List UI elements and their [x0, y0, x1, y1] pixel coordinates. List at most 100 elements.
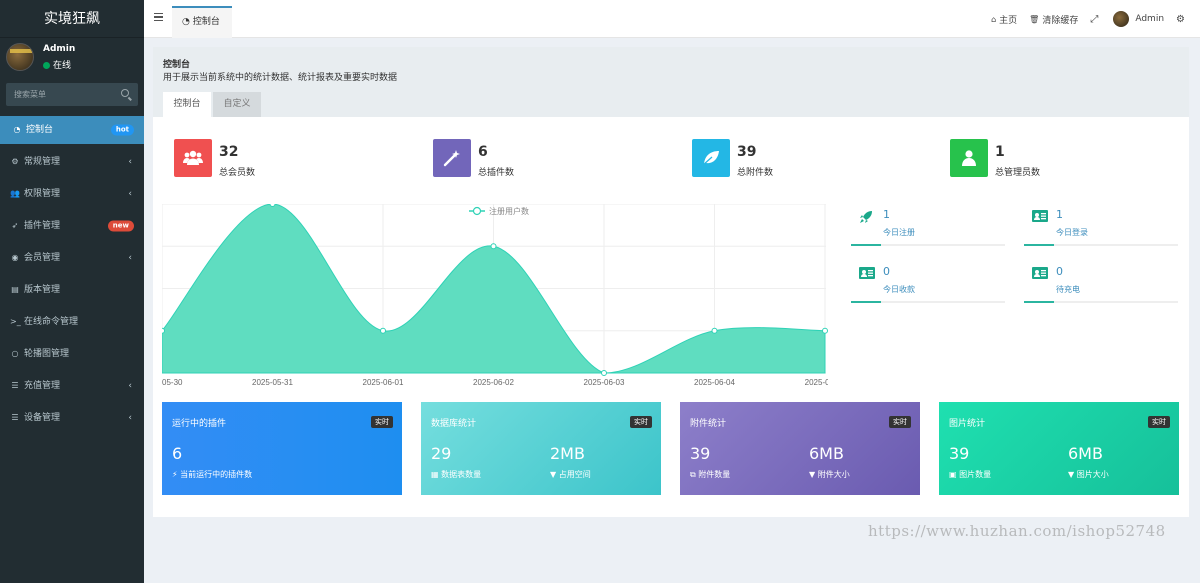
data-point — [711, 327, 718, 334]
filter-icon: ▼ — [809, 470, 816, 479]
panel-header: 控制台 用于展示当前系统中的统计数据、统计报表及重要实时数据 控制台 自定义 — [153, 47, 1189, 117]
mini-stat-pending-charge: 0 待充电 — [1024, 259, 1178, 303]
data-point — [162, 327, 165, 334]
stat-value: 1 — [995, 144, 1005, 160]
sidebar-item-banners[interactable]: ○ 轮播图管理 — [0, 338, 144, 370]
card-label-text: 附件数量 — [698, 470, 731, 479]
filter-icon: ▼ — [550, 470, 557, 479]
content-panel: 控制台 用于展示当前系统中的统计数据、统计报表及重要实时数据 控制台 自定义 3… — [153, 47, 1189, 517]
avatar — [1113, 11, 1130, 27]
sidebar-item-addons[interactable]: ➶ 插件管理 new — [0, 210, 144, 242]
stat-value: 6 — [478, 144, 488, 160]
sidebar-item-auth[interactable]: 👥 权限管理 ‹ — [0, 178, 144, 210]
mini-stat-underline — [1024, 244, 1054, 246]
sidebar-menu: ◔ 控制台 hot ⚙ 常规管理 ‹ 👥 权限管理 ‹ ➶ 插件管理 new ◉… — [0, 114, 144, 434]
sidebar-item-devices[interactable]: ☰ 设备管理 ‹ — [0, 402, 144, 434]
user-circle-icon: ◉ — [11, 253, 19, 262]
page-subtitle: 用于展示当前系统中的统计数据、统计报表及重要实时数据 — [163, 73, 398, 83]
tab-custom[interactable]: 自定义 — [213, 92, 261, 117]
chevron-left-icon: ‹ — [128, 253, 132, 263]
card-images: 图片统计 实时 39 6MB ▣ 图片数量 ▼ 图片大小 — [939, 402, 1179, 495]
sidebar-item-label: 轮播图管理 — [24, 349, 70, 359]
vcard-icon — [1032, 267, 1048, 283]
card-label-secondary: ▼ 图片大小 — [1068, 469, 1109, 480]
mini-stat-today-login: 1 今日登录 — [1024, 202, 1178, 246]
data-point — [601, 370, 607, 376]
card-title: 运行中的插件 — [172, 419, 227, 429]
magic-icon — [433, 139, 471, 177]
tab-dashboard[interactable]: 控制台 — [163, 92, 211, 117]
home-icon: ⌂ — [991, 14, 997, 24]
sidebar-search[interactable]: 搜索菜单 — [6, 83, 138, 106]
sidebar-item-label: 常规管理 — [24, 157, 61, 167]
chevron-left-icon: ‹ — [128, 157, 132, 167]
home-link[interactable]: ⌂ 主页 — [991, 13, 1017, 26]
sidebar-item-label: 充值管理 — [24, 381, 61, 391]
chevron-left-icon: ‹ — [128, 189, 132, 199]
card-title: 数据库统计 — [431, 419, 477, 429]
mini-stat-today-register: 1 今日注册 — [851, 202, 1005, 246]
tab-dashboard[interactable]: ◔ 控制台 — [172, 6, 232, 38]
user-menu-name: Admin — [1135, 14, 1165, 24]
vcard-icon — [859, 267, 875, 283]
stat-label: 总管理员数 — [995, 168, 1041, 178]
circle-icon: ○ — [11, 349, 19, 358]
new-badge: new — [107, 220, 134, 232]
card-attachments: 附件统计 实时 39 6MB ⧉ 附件数量 ▼ 附件大小 — [680, 402, 920, 495]
sidebar-item-dashboard[interactable]: ◔ 控制台 hot — [0, 116, 144, 144]
app-logo[interactable]: 实境狂飙 — [0, 0, 144, 38]
sidebar-item-commands[interactable]: >_ 在线命令管理 — [0, 306, 144, 338]
mini-stat-value: 1 — [1056, 208, 1063, 221]
search-input[interactable]: 搜索菜单 — [14, 89, 46, 100]
sidebar: 实境狂飙 Admin 在线 搜索菜单 ◔ 控制台 hot ⚙ 常规管理 ‹ 👥 … — [0, 0, 144, 583]
tab-label: 控制台 — [192, 17, 220, 27]
image-icon: ▣ — [949, 470, 957, 479]
data-point — [822, 327, 828, 334]
card-value-secondary: 6MB — [1068, 444, 1103, 463]
user-panel: Admin 在线 — [0, 38, 144, 78]
stat-value: 32 — [219, 144, 239, 160]
card-value-secondary: 6MB — [809, 444, 844, 463]
realtime-tag: 实时 — [371, 416, 393, 428]
x-tick-label: 2025-06-04 — [694, 378, 735, 387]
sidebar-item-versions[interactable]: ▤ 版本管理 — [0, 274, 144, 306]
card-label-secondary: ▼ 附件大小 — [809, 469, 850, 480]
dashboard-icon: ◔ — [13, 125, 21, 134]
realtime-tag: 实时 — [1148, 416, 1170, 428]
mini-stat-today-income: 0 今日收款 — [851, 259, 1005, 303]
sidebar-item-recharge[interactable]: ☰ 充值管理 ‹ — [0, 370, 144, 402]
hot-badge: hot — [110, 124, 134, 136]
sidebar-item-label: 权限管理 — [24, 189, 61, 199]
data-point — [269, 204, 276, 207]
mini-stat-value: 0 — [883, 265, 890, 278]
x-tick-label: 2025-0€ — [805, 378, 828, 387]
mini-stat-label: 今日登录 — [1056, 228, 1088, 237]
chart-legend: 注册用户数 — [469, 206, 529, 216]
users-icon — [174, 139, 212, 177]
x-axis-ticks: 05-30 2025-05-31 2025-06-01 2025-06-02 2025-… — [162, 378, 828, 387]
home-label: 主页 — [999, 15, 1018, 26]
settings-button[interactable]: ⚙ — [1176, 14, 1188, 25]
registration-area-chart: 05-30 2025-05-31 2025-06-01 2025-06-02 2025-… — [162, 204, 828, 387]
fullscreen-icon: ⤢ — [1090, 13, 1099, 25]
group-icon: 👥 — [10, 189, 20, 198]
list-icon: ☰ — [11, 413, 19, 422]
fullscreen-button[interactable]: ⤢ — [1090, 14, 1101, 25]
card-label-text: 附件大小 — [817, 470, 850, 479]
legend-marker — [472, 206, 482, 216]
search-icon[interactable] — [121, 89, 129, 97]
dashboard-icon: ◔ — [182, 17, 190, 27]
leaf-icon — [692, 139, 730, 177]
sidebar-item-members[interactable]: ◉ 会员管理 ‹ — [0, 242, 144, 274]
card-label-text: 图片数量 — [959, 470, 992, 479]
sidebar-item-general[interactable]: ⚙ 常规管理 ‹ — [0, 146, 144, 178]
menu-toggle-icon[interactable] — [154, 13, 163, 21]
clear-cache-button[interactable]: 🗑 清除缓存 — [1029, 13, 1078, 26]
card-label-text: 图片大小 — [1076, 470, 1109, 479]
mini-stat-label: 今日收款 — [883, 285, 915, 294]
user-menu[interactable]: Admin — [1113, 11, 1164, 27]
sidebar-item-label: 在线命令管理 — [24, 317, 79, 327]
stat-label: 总附件数 — [737, 168, 774, 178]
sidebar-item-label: 设备管理 — [24, 413, 61, 423]
chevron-left-icon: ‹ — [128, 413, 132, 423]
